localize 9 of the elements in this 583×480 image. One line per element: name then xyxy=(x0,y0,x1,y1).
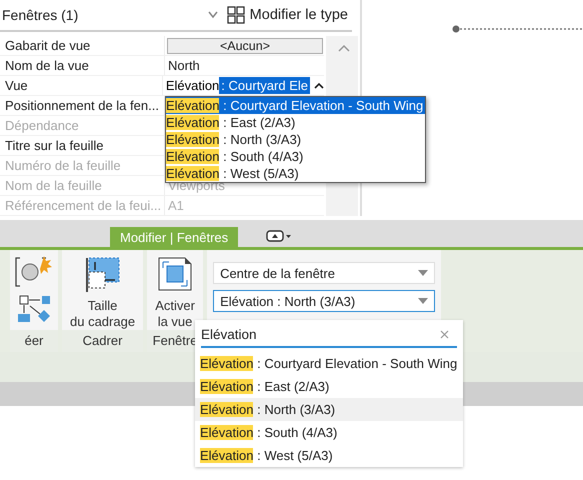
property-label: Nom de la vue xyxy=(0,56,165,75)
panel-label: éer xyxy=(10,330,58,352)
property-value: North xyxy=(167,57,200,75)
property-label: Référencement de la feui... xyxy=(0,196,165,215)
property-label: Gabarit de vue xyxy=(0,36,165,55)
property-label: Vue xyxy=(0,76,163,95)
property-value: A1 xyxy=(167,197,184,215)
panel-label: Cadrer xyxy=(62,330,144,352)
panel-title: Fenêtres (1) xyxy=(2,7,80,23)
